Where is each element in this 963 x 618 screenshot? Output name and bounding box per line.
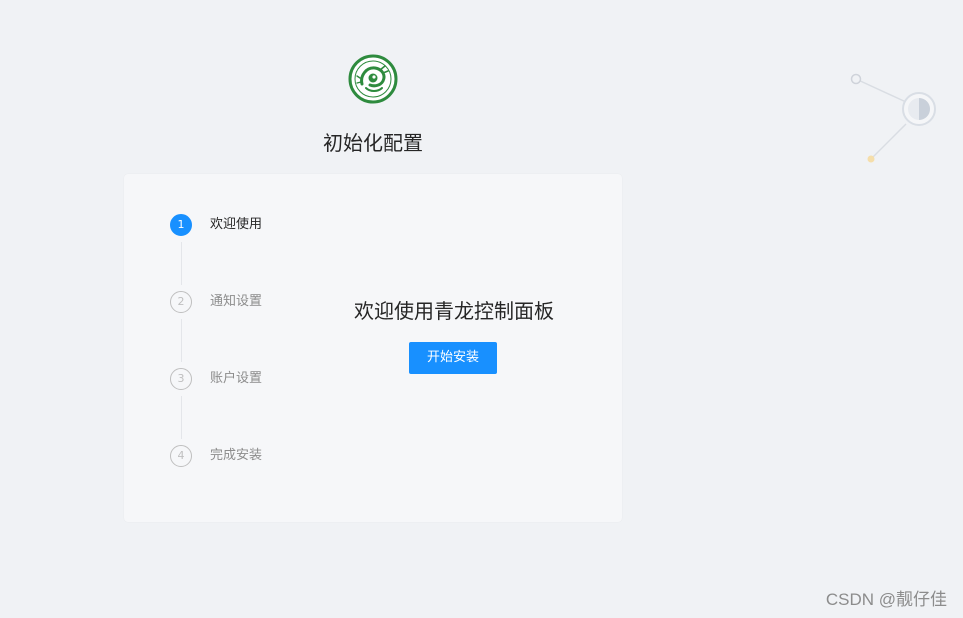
watermark: CSDN @靓仔佳 — [825, 590, 947, 609]
step-number-circle: 4 — [170, 445, 192, 467]
step-label: 账户设置 — [210, 371, 263, 386]
step-number-circle: 2 — [170, 291, 192, 313]
step-label: 通知设置 — [210, 294, 263, 309]
start-install-button[interactable]: 开始安装 — [409, 342, 497, 374]
step-label: 完成安装 — [210, 448, 263, 463]
step-connector — [181, 396, 182, 439]
step-connector — [181, 242, 182, 285]
qinglong-logo-icon — [348, 54, 398, 104]
setup-card: 1 欢迎使用 2 通知设置 3 账户设置 4 完成安装 欢迎使用青龙控制面板 开… — [124, 174, 622, 522]
node-graph-decoration-icon — [840, 66, 950, 176]
step-connector — [181, 319, 182, 362]
step-number-circle: 1 — [170, 214, 192, 236]
step-label: 欢迎使用 — [210, 217, 263, 232]
welcome-title: 欢迎使用青龙控制面板 — [354, 299, 554, 323]
step-number-circle: 3 — [170, 368, 192, 390]
page-title: 初始化配置 — [323, 131, 423, 155]
